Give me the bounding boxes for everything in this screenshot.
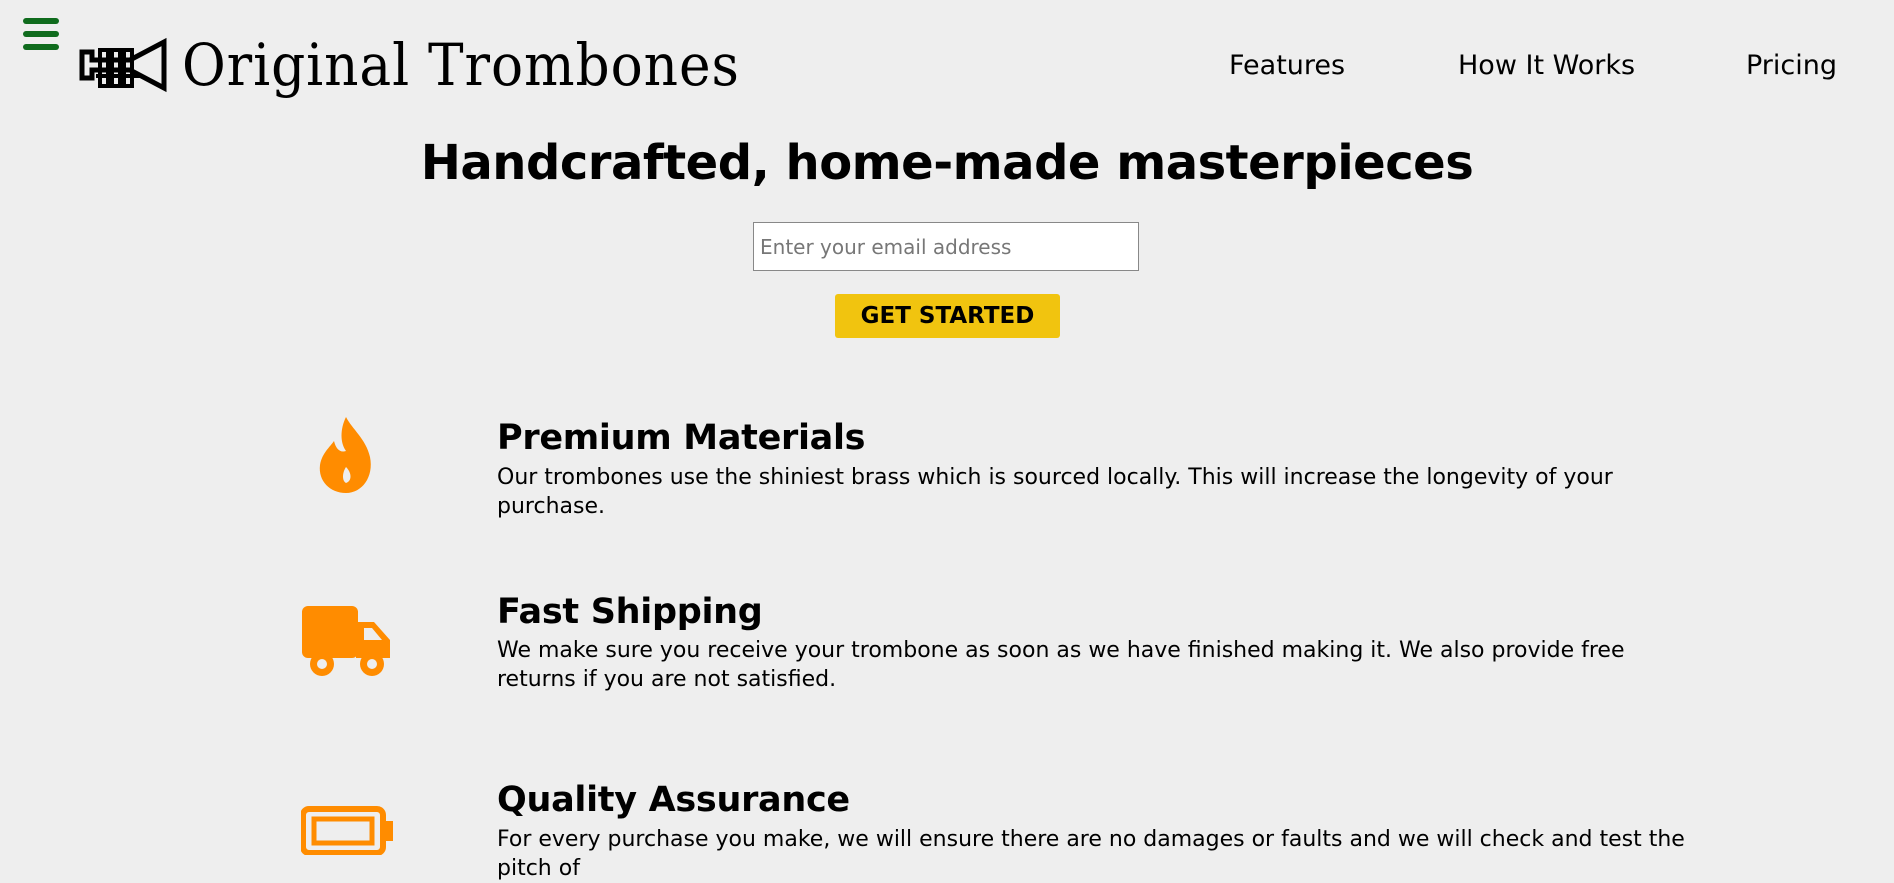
truck-icon [302,606,390,676]
battery-full-icon [301,806,393,855]
main-nav: Features How It Works Pricing [0,50,1894,90]
hero-title: Handcrafted, home-made masterpieces [420,135,1474,191]
feature-text: We make sure you receive your trombone a… [497,638,1625,692]
email-input[interactable] [753,222,1139,271]
nav-link-pricing[interactable]: Pricing [1746,50,1837,81]
feature-text: For every purchase you make, we will ens… [497,827,1685,881]
nav-link-how-it-works[interactable]: How It Works [1458,50,1635,81]
feature-title: Quality Assurance [497,780,850,820]
feature-title: Fast Shipping [497,592,763,632]
nav-link-features[interactable]: Features [1229,50,1345,81]
feature-text: Our trombones use the shiniest brass whi… [497,465,1613,519]
feature-title: Premium Materials [497,418,866,458]
hamburger-menu-icon[interactable] [18,14,64,54]
fire-icon [319,417,371,493]
get-started-button[interactable]: GET STARTED [835,294,1060,338]
